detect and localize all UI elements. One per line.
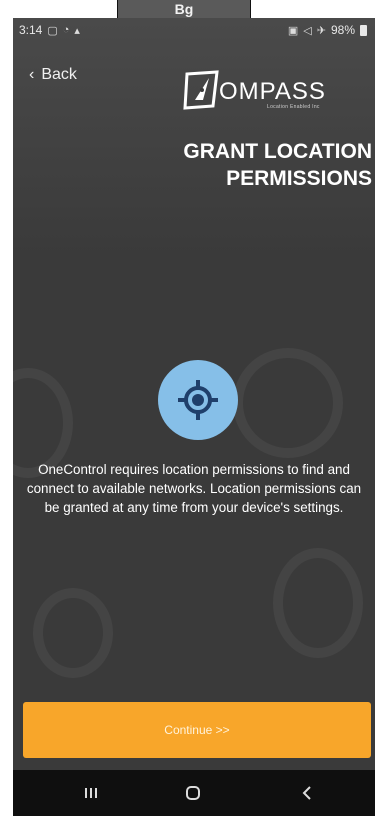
battery-percent: 98% <box>330 23 355 37</box>
title-line-1: GRANT LOCATION <box>183 140 372 163</box>
vibrate-icon: ▣ <box>287 24 299 37</box>
wifi-icon: ◔ <box>62 24 70 36</box>
mute-icon: ◁ <box>303 24 312 37</box>
status-left: 3:14 ▢ ◔ ▴ <box>19 23 80 37</box>
back-icon[interactable] <box>287 781 327 805</box>
battery-icon <box>360 24 367 36</box>
status-bar: 3:14 ▢ ◔ ▴ ▣ ◁ ✈ 98% <box>13 18 375 44</box>
signal-icon: ▴ <box>74 24 80 37</box>
title-line-2: PERMISSIONS <box>226 167 372 190</box>
logo-text: OMPASS <box>219 78 326 105</box>
header: 3:14 ▢ ◔ ▴ ▣ ◁ ✈ 98% ‹ Back OMPASS Locat… <box>13 18 375 258</box>
app-screen: 3:14 ▢ ◔ ▴ ▣ ◁ ✈ 98% ‹ Back OMPASS Locat… <box>13 18 375 816</box>
compass-logo: OMPASS Location Enabled Inc <box>179 66 349 116</box>
top-tab-label: Bg <box>117 0 251 19</box>
back-button[interactable]: ‹ Back <box>29 66 77 84</box>
recents-icon[interactable] <box>71 781 111 805</box>
home-icon[interactable] <box>173 781 213 805</box>
airplane-icon: ✈ <box>316 24 326 37</box>
status-right: ▣ ◁ ✈ 98% <box>288 23 367 37</box>
page-title: GRANT LOCATION PERMISSIONS <box>112 138 372 192</box>
android-navbar <box>13 770 375 816</box>
logo-subtext: Location Enabled Inc <box>267 104 320 110</box>
back-label: Back <box>41 66 77 83</box>
gallery-icon: ▢ <box>47 24 58 37</box>
permission-message: OneControl requires location permissions… <box>26 462 362 515</box>
chevron-left-icon: ‹ <box>29 66 35 83</box>
location-crosshair-icon <box>158 360 238 440</box>
continue-button[interactable]: Continue >> <box>23 702 371 758</box>
clock: 3:14 <box>19 23 43 37</box>
